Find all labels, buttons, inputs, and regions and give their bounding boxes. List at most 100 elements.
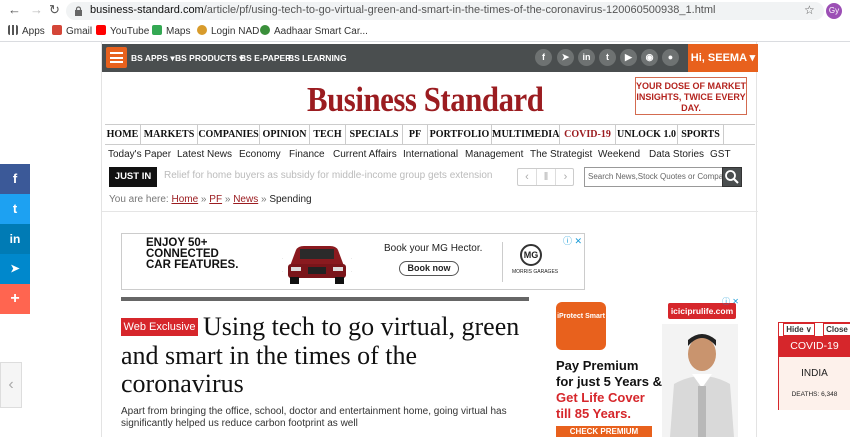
share-facebook-icon[interactable]: f bbox=[0, 164, 30, 194]
youtube-icon[interactable]: ▶ bbox=[620, 49, 637, 66]
menu-bs-epaper[interactable]: BS E-PAPER bbox=[240, 53, 291, 63]
profile-avatar[interactable]: Gy bbox=[826, 3, 842, 19]
ad-divider bbox=[502, 242, 503, 282]
subnav-weekend[interactable]: Weekend bbox=[598, 149, 640, 160]
search-input[interactable]: Search News,Stock Quotes or Companies bbox=[584, 167, 742, 187]
promo-box[interactable]: YOUR DOSE OF MARKET INSIGHTS, TWICE EVER… bbox=[635, 77, 747, 115]
ad-headline-line3: CAR FEATURES. bbox=[146, 259, 239, 271]
browser-chrome: ← → ↻ business-standard.com/article/pf/u… bbox=[0, 0, 850, 42]
address-bar[interactable]: business-standard.com/article/pf/using-t… bbox=[66, 2, 824, 20]
covid-hide-button[interactable]: Hide ∨ bbox=[783, 323, 815, 336]
divider bbox=[102, 211, 758, 212]
nav-pf[interactable]: PF bbox=[403, 125, 428, 144]
covid-widget: Hide ∨ Close COVID-19 INDIA DEATHS: 6,34… bbox=[778, 322, 850, 410]
menu-bs-apps[interactable]: BS APPS ▾ bbox=[131, 53, 175, 64]
bookmark-maps[interactable]: Maps bbox=[152, 25, 190, 37]
subnav-management[interactable]: Management bbox=[465, 149, 523, 160]
bookmark-aadhaar[interactable]: Aadhaar Smart Car... bbox=[260, 25, 368, 37]
url-text: business-standard.com/article/pf/using-t… bbox=[90, 4, 716, 16]
rss-icon[interactable]: ◉ bbox=[641, 49, 658, 66]
nav-portfolio[interactable]: PORTFOLIO bbox=[428, 125, 492, 144]
car-image bbox=[282, 246, 352, 284]
subnav-the-strategist[interactable]: The Strategist bbox=[530, 149, 592, 160]
breadcrumb-pf[interactable]: PF bbox=[209, 194, 222, 205]
bookmark-login-nad[interactable]: Login NAD bbox=[197, 25, 259, 37]
share-linkedin-icon[interactable]: in bbox=[0, 224, 30, 254]
ad-copy-line3: Get Life Cover bbox=[556, 390, 645, 405]
user-greeting-button[interactable]: Hi, SEEMA ▾ bbox=[688, 44, 758, 72]
prev-article-arrow-icon[interactable]: ‹ bbox=[0, 362, 22, 408]
subnav-finance[interactable]: Finance bbox=[289, 149, 325, 160]
nav-multimedia[interactable]: MULTIMEDIA bbox=[492, 125, 560, 144]
bookmark-youtube[interactable]: YouTube bbox=[96, 25, 149, 37]
check-premium-button[interactable]: CHECK PREMIUM bbox=[556, 426, 652, 437]
telegram-icon[interactable]: ➤ bbox=[557, 49, 574, 66]
covid-stats: INDIA DEATHS: 6,348 bbox=[779, 357, 850, 410]
mg-hector-ad[interactable]: ENJOY 50+ CONNECTED CAR FEATURES. Book y… bbox=[121, 233, 585, 290]
page-container: BS APPS ▾ BS PRODUCTS ▾ BS E-PAPER BS LE… bbox=[101, 42, 758, 437]
back-icon[interactable]: ← bbox=[8, 3, 21, 17]
bookmark-apps[interactable]: Apps bbox=[8, 25, 45, 37]
site-logo[interactable]: Business Standard bbox=[307, 80, 544, 120]
youtube-icon bbox=[96, 25, 106, 35]
subnav-latest-news[interactable]: Latest News bbox=[177, 149, 232, 160]
icici-ad[interactable]: iProtect Smart iciciprulife.com Pay Prem… bbox=[550, 296, 740, 437]
hamburger-menu-icon[interactable] bbox=[106, 47, 127, 68]
mg-logo: MG MORRIS GARAGES bbox=[512, 244, 558, 282]
ad-choices-icon[interactable]: ⓘ ✕ bbox=[722, 296, 739, 307]
subnav-economy[interactable]: Economy bbox=[239, 149, 281, 160]
notification-icon[interactable]: ● bbox=[662, 49, 679, 66]
nav-unlock[interactable]: UNLOCK 1.0 bbox=[616, 125, 678, 144]
maps-icon bbox=[152, 25, 162, 35]
subnav-data-stories[interactable]: Data Stories bbox=[649, 149, 704, 160]
subnav-gst[interactable]: GST bbox=[710, 149, 731, 160]
book-now-button[interactable]: Book now bbox=[399, 261, 459, 276]
nav-opinion[interactable]: OPINION bbox=[260, 125, 310, 144]
nav-markets[interactable]: MARKETS bbox=[141, 125, 198, 144]
share-more-icon[interactable]: + bbox=[0, 284, 30, 314]
share-telegram-icon[interactable]: ➤ bbox=[0, 254, 30, 284]
forward-icon[interactable]: → bbox=[30, 3, 43, 17]
ticker-prev-icon[interactable]: ‹ bbox=[518, 169, 537, 185]
share-twitter-icon[interactable]: t bbox=[0, 194, 30, 224]
subnav-todays-paper[interactable]: Today's Paper bbox=[108, 149, 171, 160]
ad-close-icon[interactable]: ⓘ ✕ bbox=[563, 234, 582, 247]
twitter-icon[interactable]: t bbox=[599, 49, 616, 66]
linkedin-icon[interactable]: in bbox=[578, 49, 595, 66]
covid-country: INDIA bbox=[801, 368, 828, 379]
ad-copy-line1: Pay Premium bbox=[556, 358, 639, 373]
nav-sports[interactable]: SPORTS bbox=[678, 125, 724, 144]
bookmark-gmail[interactable]: Gmail bbox=[52, 25, 92, 37]
nav-companies[interactable]: COMPANIES bbox=[198, 125, 260, 144]
breadcrumb-home[interactable]: Home bbox=[171, 194, 198, 205]
lock-icon bbox=[75, 6, 82, 16]
ticker-headline[interactable]: Relief for home buyers as subsidy for mi… bbox=[164, 170, 493, 181]
nav-tech[interactable]: TECH bbox=[310, 125, 346, 144]
ad-offer-text: Book your MG Hector. bbox=[384, 243, 483, 254]
just-in-label: JUST IN bbox=[109, 167, 157, 187]
ticker-next-icon[interactable]: › bbox=[556, 169, 575, 185]
subnav-current-affairs[interactable]: Current Affairs bbox=[333, 149, 397, 160]
breadcrumb-current: Spending bbox=[269, 194, 312, 205]
covid-close-button[interactable]: Close bbox=[823, 323, 850, 336]
subnav-international[interactable]: International bbox=[403, 149, 458, 160]
section-rule bbox=[121, 297, 529, 301]
covid-title: COVID-19 bbox=[779, 336, 850, 357]
facebook-icon[interactable]: f bbox=[535, 49, 552, 66]
top-bar: BS APPS ▾ BS PRODUCTS ▾ BS E-PAPER BS LE… bbox=[102, 44, 758, 72]
ticker-pause-icon[interactable]: ‖ bbox=[537, 169, 556, 185]
gmail-icon bbox=[52, 25, 62, 35]
menu-bs-products[interactable]: BS PRODUCTS ▾ bbox=[175, 53, 244, 64]
breadcrumb-news[interactable]: News bbox=[233, 194, 258, 205]
ticker-controls: ‹ ‖ › bbox=[517, 168, 574, 186]
nav-specials[interactable]: SPECIALS bbox=[346, 125, 403, 144]
bookmark-star-icon[interactable]: ☆ bbox=[804, 3, 815, 17]
breadcrumb-prefix: You are here: bbox=[109, 194, 169, 205]
nav-covid[interactable]: COVID-19 bbox=[560, 125, 616, 144]
menu-bs-learning[interactable]: BS LEARNING bbox=[288, 53, 347, 63]
search-button[interactable] bbox=[722, 167, 742, 187]
nav-home[interactable]: HOME bbox=[105, 125, 141, 144]
apps-grid-icon bbox=[8, 25, 18, 35]
bookmarks-bar: Apps Gmail YouTube Maps Login NAD Aadhaa… bbox=[0, 22, 850, 40]
reload-icon[interactable]: ↻ bbox=[49, 3, 60, 17]
